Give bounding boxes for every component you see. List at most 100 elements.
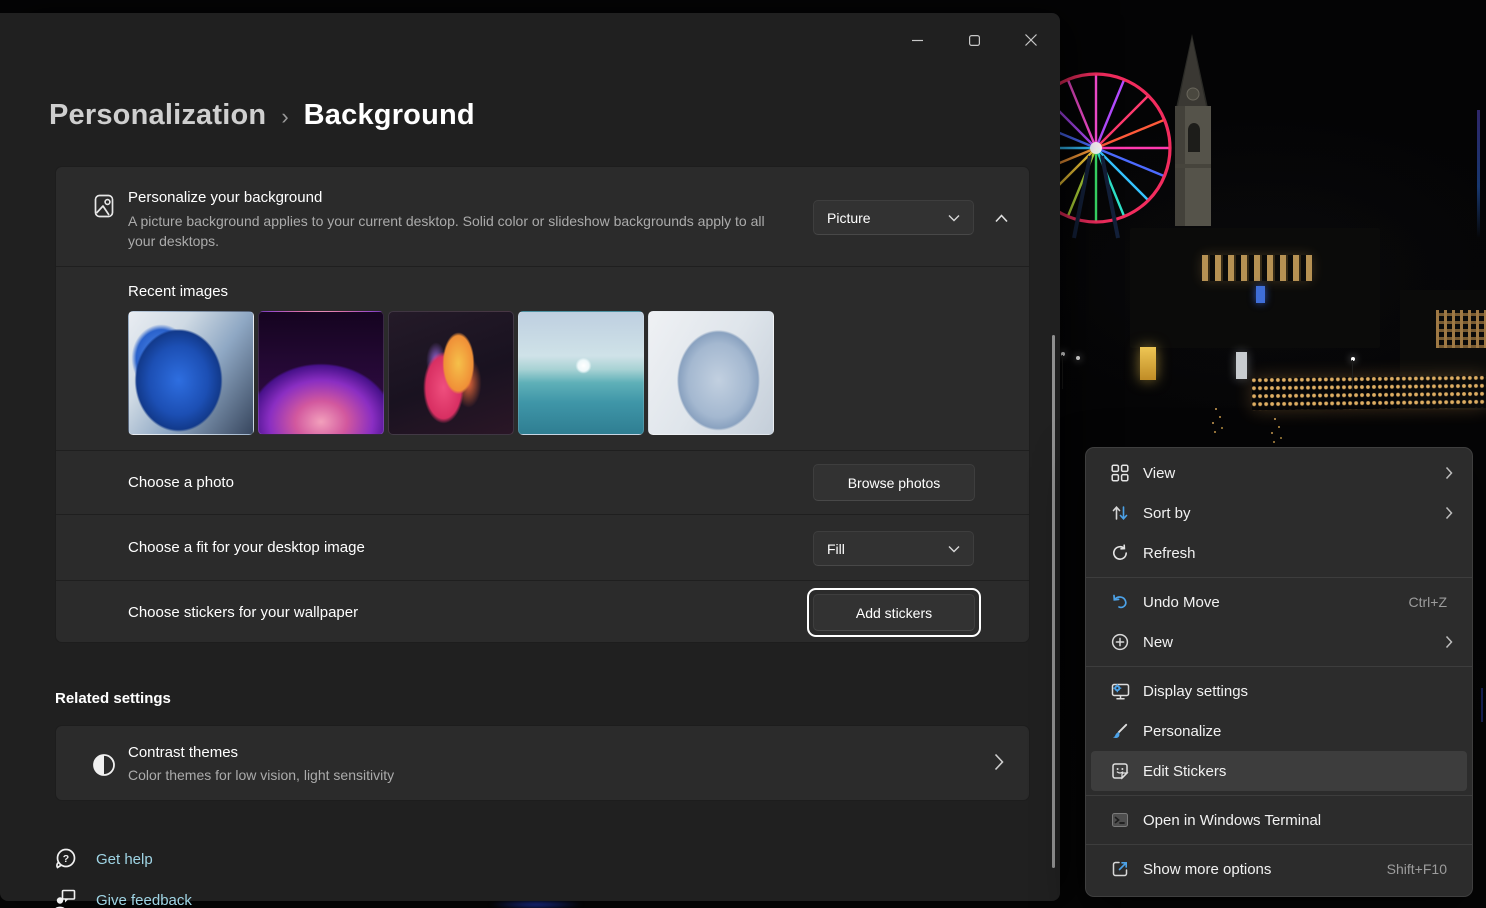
lit-sign (1140, 347, 1156, 380)
refresh-icon (1110, 543, 1130, 563)
recent-image-purple-glow[interactable] (258, 311, 384, 435)
collapse-expander-button[interactable] (989, 206, 1013, 230)
menu-divider (1086, 577, 1472, 578)
menu-divider (1086, 795, 1472, 796)
card-header: Personalize your background A picture ba… (56, 167, 1029, 266)
menu-item-label: Open in Windows Terminal (1143, 812, 1453, 829)
fit-dropdown[interactable]: Fill (813, 531, 974, 566)
dropdown-value: Picture (827, 210, 871, 226)
menu-item-refresh[interactable]: Refresh (1091, 533, 1467, 573)
chevron-down-icon (948, 214, 960, 222)
personalize-brush-icon (1110, 721, 1130, 741)
recent-images-list (128, 311, 774, 435)
screen: Personalization › Background Personalize… (0, 0, 1486, 908)
maximize-icon (969, 35, 980, 46)
menu-item-label: View (1143, 465, 1445, 482)
divider (56, 266, 1029, 267)
settings-window: Personalization › Background Personalize… (0, 13, 1060, 901)
street-lamp (1076, 356, 1080, 360)
submenu-chevron-icon (1445, 635, 1453, 649)
minimize-icon (912, 35, 923, 46)
undo-icon (1110, 592, 1130, 612)
related-settings-heading: Related settings (55, 690, 171, 707)
svg-text:?: ? (63, 853, 69, 865)
menu-item-open-windows-terminal[interactable]: Open in Windows Terminal (1091, 800, 1467, 840)
recent-image-abstract-ribbons[interactable] (388, 311, 514, 435)
building-silhouette (1130, 228, 1380, 348)
string-lights (1252, 376, 1486, 410)
scrollbar[interactable] (1052, 335, 1055, 868)
expand-icon (1110, 859, 1130, 879)
recent-image-bloom-blue[interactable] (128, 311, 254, 435)
lit-sign (1236, 352, 1247, 379)
give-feedback-link[interactable]: Give feedback (52, 887, 192, 908)
maximize-button[interactable] (951, 23, 997, 57)
lit-window-grid (1436, 310, 1486, 348)
lit-windows (1202, 255, 1312, 281)
menu-item-display-settings[interactable]: Display settings (1091, 671, 1467, 711)
feedback-icon (52, 887, 78, 908)
menu-item-edit-stickers[interactable]: Edit Stickers (1091, 751, 1467, 791)
menu-divider (1086, 666, 1472, 667)
menu-item-show-more-options[interactable]: Show more options Shift+F10 (1091, 849, 1467, 889)
edge-light (1481, 688, 1483, 722)
menu-divider (1086, 844, 1472, 845)
contrast-themes-item[interactable]: Contrast themes Color themes for low vis… (55, 725, 1030, 801)
menu-item-undo-move[interactable]: Undo Move Ctrl+Z (1091, 582, 1467, 622)
menu-item-label: New (1143, 634, 1445, 651)
card-title: Personalize your background (128, 189, 322, 206)
picture-icon (91, 193, 117, 219)
get-help-link[interactable]: ? Get help (52, 846, 153, 872)
edge-light (1477, 110, 1480, 238)
contrast-icon (91, 752, 117, 778)
minimize-button[interactable] (894, 23, 940, 57)
breadcrumb-personalization[interactable]: Personalization (49, 99, 266, 132)
menu-item-label: Refresh (1143, 545, 1453, 562)
lamp-pole (1062, 355, 1063, 389)
lamp-pole (1352, 360, 1353, 390)
submenu-chevron-icon (1445, 466, 1453, 480)
tree-lights (1215, 408, 1217, 410)
context-menu: View Sort by Refresh Undo Move Ctrl+Z (1085, 447, 1473, 897)
help-icon: ? (52, 846, 78, 872)
chevron-right-icon (994, 753, 1004, 771)
menu-item-label: Personalize (1143, 723, 1453, 740)
contrast-themes-description: Color themes for low vision, light sensi… (128, 767, 394, 783)
menu-item-view[interactable]: View (1091, 453, 1467, 493)
breadcrumb-chevron-icon: › (281, 101, 288, 130)
view-grid-icon (1110, 463, 1130, 483)
card-description: A picture background applies to your cur… (128, 211, 768, 251)
menu-item-sort-by[interactable]: Sort by (1091, 493, 1467, 533)
menu-item-label: Display settings (1143, 683, 1453, 700)
choose-stickers-label: Choose stickers for your wallpaper (128, 604, 358, 621)
glow (488, 900, 584, 908)
breadcrumb: Personalization › Background (49, 99, 475, 132)
menu-shortcut: Shift+F10 (1387, 861, 1447, 877)
contrast-themes-title: Contrast themes (128, 744, 238, 761)
close-icon (1025, 34, 1037, 46)
dropdown-value: Fill (827, 541, 845, 557)
add-stickers-button[interactable]: Add stickers (813, 594, 975, 631)
recent-image-bloom-light[interactable] (648, 311, 774, 435)
display-settings-icon (1110, 681, 1130, 701)
recent-image-lake-sunrise[interactable] (518, 311, 644, 435)
sort-icon (1110, 503, 1130, 523)
close-button[interactable] (1008, 23, 1054, 57)
title-bar[interactable] (0, 13, 1060, 53)
blue-window (1256, 286, 1265, 303)
menu-item-personalize[interactable]: Personalize (1091, 711, 1467, 751)
chevron-down-icon (948, 545, 960, 553)
sticker-icon (1110, 761, 1130, 781)
chevron-up-icon (995, 214, 1008, 223)
page-title: Background (304, 99, 475, 132)
menu-item-label: Show more options (1143, 861, 1387, 878)
tree-lights (1274, 418, 1276, 420)
choose-fit-label: Choose a fit for your desktop image (128, 539, 365, 556)
background-type-dropdown[interactable]: Picture (813, 200, 974, 235)
menu-item-new[interactable]: New (1091, 622, 1467, 662)
focus-ring: Add stickers (807, 588, 981, 637)
get-help-label: Get help (96, 851, 153, 868)
menu-item-label: Edit Stickers (1143, 763, 1453, 780)
browse-photos-button[interactable]: Browse photos (813, 464, 975, 501)
church-tower (1166, 34, 1218, 226)
